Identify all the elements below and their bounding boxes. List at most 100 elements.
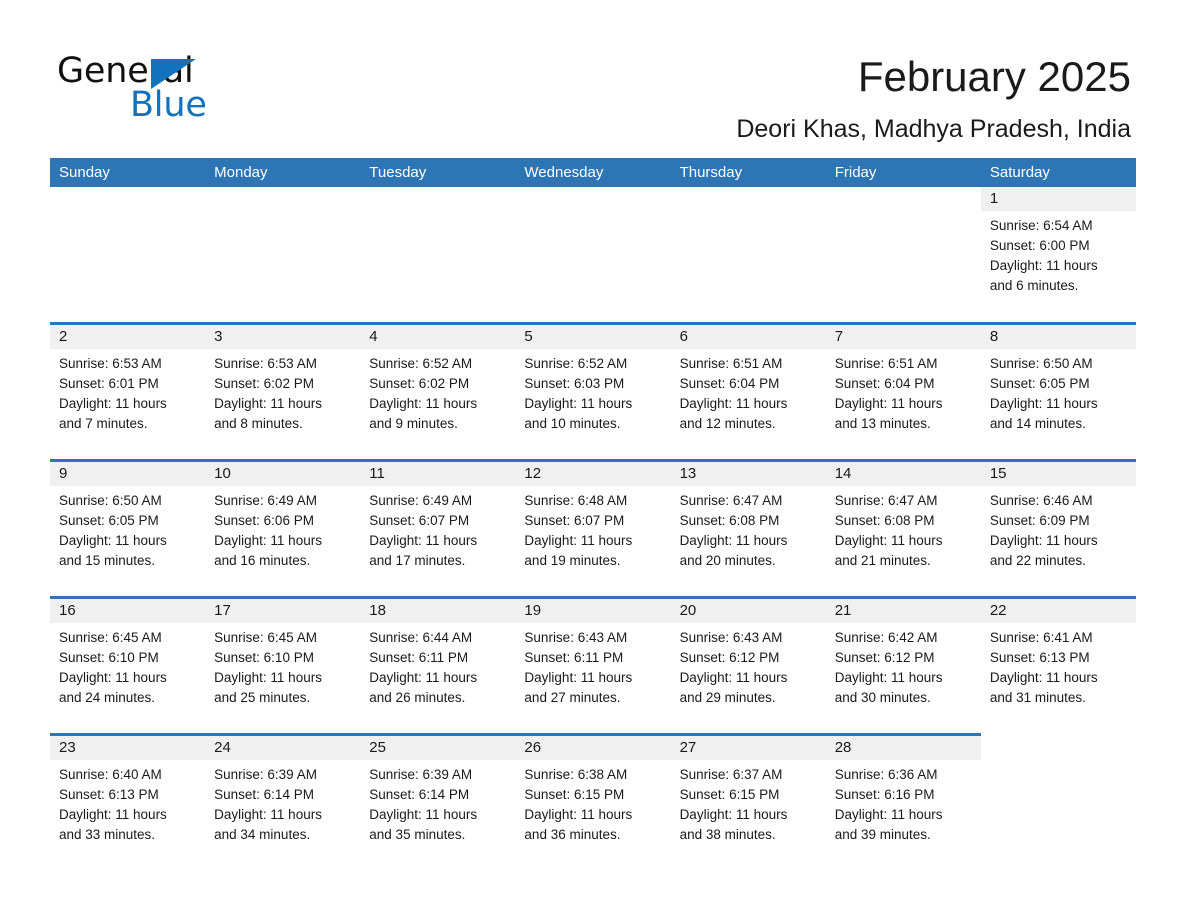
daylight-text-line2: and 36 minutes. bbox=[524, 827, 621, 842]
calendar-day-cell[interactable]: 27 Sunrise: 6:37 AM Sunset: 6:15 PM Dayligh… bbox=[670, 736, 826, 846]
page-header: General Blue February 2025 Deori Khas, M… bbox=[0, 0, 1188, 158]
daylight-text-line1: Daylight: 11 hours bbox=[59, 670, 167, 685]
daylight-text-line2: and 33 minutes. bbox=[59, 827, 156, 842]
daylight-text-line2: and 26 minutes. bbox=[369, 690, 466, 705]
calendar-day-cell-empty bbox=[205, 187, 360, 322]
day-details: Sunrise: 6:50 AM Sunset: 6:05 PM Daylight:… bbox=[981, 349, 1136, 434]
calendar-day-cell[interactable]: 18 Sunrise: 6:44 AM Sunset: 6:11 PM Dayligh… bbox=[360, 599, 516, 733]
calendar-day-cell-empty bbox=[50, 187, 205, 322]
calendar-day-cell[interactable]: 26 Sunrise: 6:38 AM Sunset: 6:15 PM Dayligh… bbox=[515, 736, 671, 846]
sunrise-text: Sunrise: 6:53 AM bbox=[214, 356, 317, 371]
day-number: 10 bbox=[205, 462, 361, 486]
daylight-text-line1: Daylight: 11 hours bbox=[524, 396, 633, 411]
day-details: Sunrise: 6:53 AM Sunset: 6:02 PM Daylight:… bbox=[205, 349, 360, 434]
weekday-header-tuesday: Tuesday bbox=[369, 164, 427, 181]
sunset-text: Sunset: 6:16 PM bbox=[834, 787, 935, 802]
sunset-text: Sunset: 6:02 PM bbox=[214, 376, 314, 391]
week-cells: 1 Sunrise: 6:54 AM Sunset: 6:00 PM Daylight… bbox=[50, 187, 1136, 322]
daylight-text-line2: and 30 minutes. bbox=[834, 690, 931, 705]
calendar-weeks: 1 Sunrise: 6:54 AM Sunset: 6:00 PM Daylight… bbox=[50, 187, 1136, 846]
day-number bbox=[360, 187, 515, 211]
daylight-text-line2: and 10 minutes. bbox=[524, 416, 621, 431]
sunset-text: Sunset: 6:05 PM bbox=[989, 376, 1090, 391]
day-details: Sunrise: 6:49 AM Sunset: 6:06 PM Daylight:… bbox=[205, 486, 360, 571]
weekday-header-saturday: Saturday bbox=[989, 164, 1050, 181]
calendar-day-cell-empty bbox=[515, 187, 670, 322]
calendar-day-cell[interactable]: 5 Sunrise: 6:52 AM Sunset: 6:03 PM Daylight… bbox=[515, 325, 671, 459]
calendar-day-cell[interactable]: 23 Sunrise: 6:40 AM Sunset: 6:13 PM Dayligh… bbox=[50, 736, 206, 846]
day-number: 5 bbox=[515, 325, 671, 349]
sunset-text: Sunset: 6:06 PM bbox=[214, 513, 314, 528]
day-number: 3 bbox=[205, 325, 361, 349]
calendar-week-row: 23 Sunrise: 6:40 AM Sunset: 6:13 PM Dayligh… bbox=[50, 733, 1136, 846]
day-number: 25 bbox=[360, 736, 516, 760]
calendar-day-cell[interactable]: 20 Sunrise: 6:43 AM Sunset: 6:12 PM Dayligh… bbox=[670, 599, 826, 733]
daylight-text-line2: and 16 minutes. bbox=[214, 553, 311, 568]
calendar-day-cell[interactable]: 2 Sunrise: 6:53 AM Sunset: 6:01 PM Daylight… bbox=[50, 325, 206, 459]
calendar-day-cell[interactable]: 1 Sunrise: 6:54 AM Sunset: 6:00 PM Daylight… bbox=[980, 187, 1136, 322]
sunset-text: Sunset: 6:15 PM bbox=[679, 787, 780, 802]
calendar-day-cell[interactable]: 15 Sunrise: 6:46 AM Sunset: 6:09 PM Dayligh… bbox=[980, 462, 1136, 596]
calendar-day-cell[interactable]: 13 Sunrise: 6:47 AM Sunset: 6:08 PM Dayligh… bbox=[670, 462, 826, 596]
calendar-day-cell[interactable]: 24 Sunrise: 6:39 AM Sunset: 6:14 PM Dayligh… bbox=[205, 736, 361, 846]
calendar-day-cell[interactable]: 10 Sunrise: 6:49 AM Sunset: 6:06 PM Dayligh… bbox=[205, 462, 361, 596]
calendar-day-cell[interactable]: 22 Sunrise: 6:41 AM Sunset: 6:13 PM Dayligh… bbox=[980, 599, 1136, 733]
generalblue-logo[interactable]: General Blue bbox=[57, 52, 317, 132]
calendar-day-cell[interactable]: 14 Sunrise: 6:47 AM Sunset: 6:08 PM Dayligh… bbox=[825, 462, 981, 596]
day-number bbox=[981, 736, 1136, 760]
daylight-text-line1: Daylight: 11 hours bbox=[679, 807, 788, 822]
calendar-day-cell[interactable]: 11 Sunrise: 6:49 AM Sunset: 6:07 PM Dayligh… bbox=[360, 462, 516, 596]
day-number: 2 bbox=[50, 325, 206, 349]
sunrise-text: Sunrise: 6:39 AM bbox=[214, 767, 317, 782]
calendar-day-cell[interactable]: 12 Sunrise: 6:48 AM Sunset: 6:07 PM Dayligh… bbox=[515, 462, 671, 596]
day-number: 8 bbox=[980, 325, 1136, 349]
day-number: 13 bbox=[670, 462, 826, 486]
week-cells: 16 Sunrise: 6:45 AM Sunset: 6:10 PM Dayligh… bbox=[50, 599, 1136, 733]
calendar-day-cell[interactable]: 28 Sunrise: 6:36 AM Sunset: 6:16 PM Dayligh… bbox=[825, 736, 981, 846]
daylight-text-line2: and 21 minutes. bbox=[834, 553, 931, 568]
daylight-text-line1: Daylight: 11 hours bbox=[834, 533, 943, 548]
calendar-week-row: 2 Sunrise: 6:53 AM Sunset: 6:01 PM Daylight… bbox=[50, 322, 1136, 459]
sunrise-text: Sunrise: 6:52 AM bbox=[524, 356, 628, 371]
daylight-text-line1: Daylight: 11 hours bbox=[524, 670, 633, 685]
calendar-grid: Sunday Monday Tuesday Wednesday Thursday Frid… bbox=[50, 158, 1136, 846]
daylight-text-line1: Daylight: 11 hours bbox=[369, 807, 478, 822]
calendar-day-cell[interactable]: 8 Sunrise: 6:50 AM Sunset: 6:05 PM Daylight… bbox=[980, 325, 1136, 459]
calendar-day-cell[interactable]: 16 Sunrise: 6:45 AM Sunset: 6:10 PM Dayligh… bbox=[50, 599, 206, 733]
daylight-text-line2: and 25 minutes. bbox=[214, 690, 311, 705]
daylight-text-line1: Daylight: 11 hours bbox=[679, 670, 788, 685]
calendar-day-cell[interactable]: 19 Sunrise: 6:43 AM Sunset: 6:11 PM Dayligh… bbox=[515, 599, 671, 733]
daylight-text-line1: Daylight: 11 hours bbox=[834, 807, 943, 822]
sunrise-text: Sunrise: 6:40 AM bbox=[59, 767, 162, 782]
sunset-text: Sunset: 6:10 PM bbox=[214, 650, 314, 665]
calendar-day-cell[interactable]: 6 Sunrise: 6:51 AM Sunset: 6:04 PM Daylight… bbox=[670, 325, 826, 459]
calendar-day-cell[interactable]: 9 Sunrise: 6:50 AM Sunset: 6:05 PM Daylight… bbox=[50, 462, 206, 596]
calendar-day-cell[interactable]: 21 Sunrise: 6:42 AM Sunset: 6:12 PM Dayligh… bbox=[825, 599, 981, 733]
calendar-day-cell[interactable]: 17 Sunrise: 6:45 AM Sunset: 6:10 PM Dayligh… bbox=[205, 599, 361, 733]
day-number: 4 bbox=[360, 325, 516, 349]
day-number: 19 bbox=[515, 599, 671, 623]
calendar-day-cell[interactable]: 7 Sunrise: 6:51 AM Sunset: 6:04 PM Daylight… bbox=[825, 325, 981, 459]
sunrise-text: Sunrise: 6:52 AM bbox=[369, 356, 473, 371]
calendar-day-cell[interactable]: 3 Sunrise: 6:53 AM Sunset: 6:02 PM Daylight… bbox=[205, 325, 361, 459]
sunset-text: Sunset: 6:13 PM bbox=[989, 650, 1090, 665]
sunrise-text: Sunrise: 6:41 AM bbox=[989, 630, 1093, 645]
daylight-text-line1: Daylight: 11 hours bbox=[59, 396, 167, 411]
day-details: Sunrise: 6:50 AM Sunset: 6:05 PM Daylight:… bbox=[50, 486, 205, 571]
day-number: 24 bbox=[205, 736, 361, 760]
weekday-header-thursday: Thursday bbox=[679, 164, 743, 181]
week-cells: 9 Sunrise: 6:50 AM Sunset: 6:05 PM Daylight… bbox=[50, 462, 1136, 596]
calendar-day-cell[interactable]: 25 Sunrise: 6:39 AM Sunset: 6:14 PM Dayligh… bbox=[360, 736, 516, 846]
weekday-header-sunday: Sunday bbox=[59, 164, 110, 181]
daylight-text-line1: Daylight: 11 hours bbox=[834, 670, 943, 685]
day-details: Sunrise: 6:38 AM Sunset: 6:15 PM Daylight:… bbox=[515, 760, 670, 845]
day-number: 18 bbox=[360, 599, 516, 623]
calendar-day-cell[interactable]: 4 Sunrise: 6:52 AM Sunset: 6:02 PM Daylight… bbox=[360, 325, 516, 459]
sunset-text: Sunset: 6:11 PM bbox=[524, 650, 624, 665]
daylight-text-line1: Daylight: 11 hours bbox=[524, 807, 633, 822]
day-number: 12 bbox=[515, 462, 671, 486]
sunset-text: Sunset: 6:15 PM bbox=[524, 787, 625, 802]
day-details: Sunrise: 6:37 AM Sunset: 6:15 PM Daylight:… bbox=[671, 760, 826, 845]
daylight-text-line1: Daylight: 11 hours bbox=[369, 396, 478, 411]
sunrise-text: Sunrise: 6:45 AM bbox=[59, 630, 162, 645]
